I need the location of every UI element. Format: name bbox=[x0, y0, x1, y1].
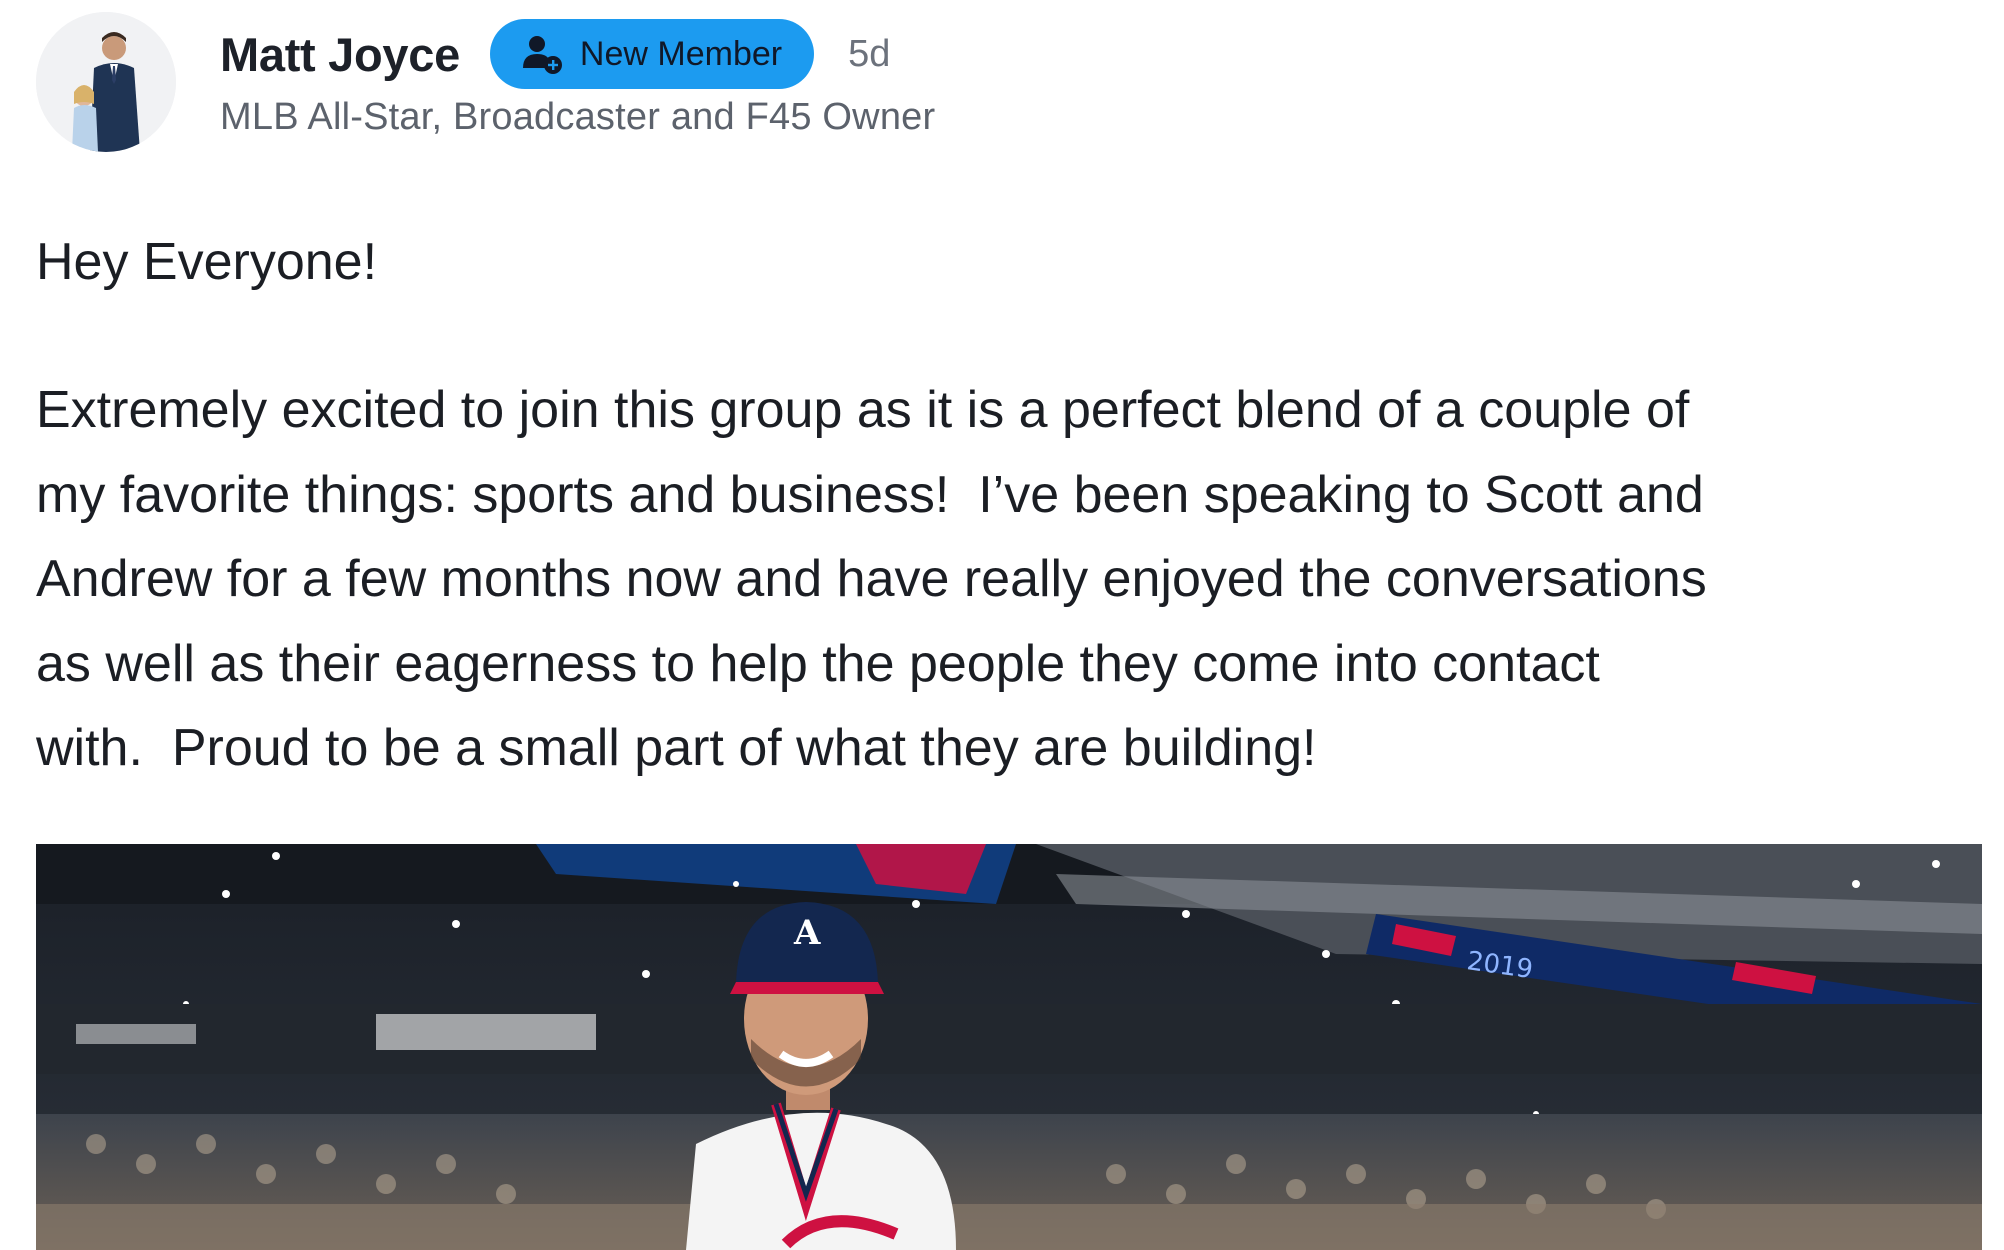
author-bio: MLB All-Star, Broadcaster and F45 Owner bbox=[220, 96, 936, 138]
post-header: Matt Joyce New Member 5d MLB All-Star, B… bbox=[220, 18, 935, 139]
cap-logo-icon: A bbox=[793, 913, 821, 953]
author-name[interactable]: Matt Joyce bbox=[220, 27, 460, 82]
badge-label: New Member bbox=[579, 34, 783, 73]
stadium-photo: 2019 A bbox=[36, 844, 1982, 1250]
author-name-row: Matt Joyce New Member 5d bbox=[220, 18, 935, 90]
post-timestamp[interactable]: 5d bbox=[848, 33, 890, 76]
user-plus-icon bbox=[522, 36, 562, 74]
profile-photo bbox=[36, 12, 176, 152]
post-image[interactable]: 2019 A bbox=[36, 844, 1982, 1250]
feed-post: Matt Joyce New Member 5d MLB All-Star, B… bbox=[0, 0, 2004, 1250]
author-avatar[interactable] bbox=[36, 12, 176, 152]
post-body: Extremely excited to join this group as … bbox=[36, 381, 1707, 777]
new-member-badge: New Member bbox=[489, 19, 815, 89]
post-greeting: Hey Everyone! bbox=[36, 233, 378, 291]
